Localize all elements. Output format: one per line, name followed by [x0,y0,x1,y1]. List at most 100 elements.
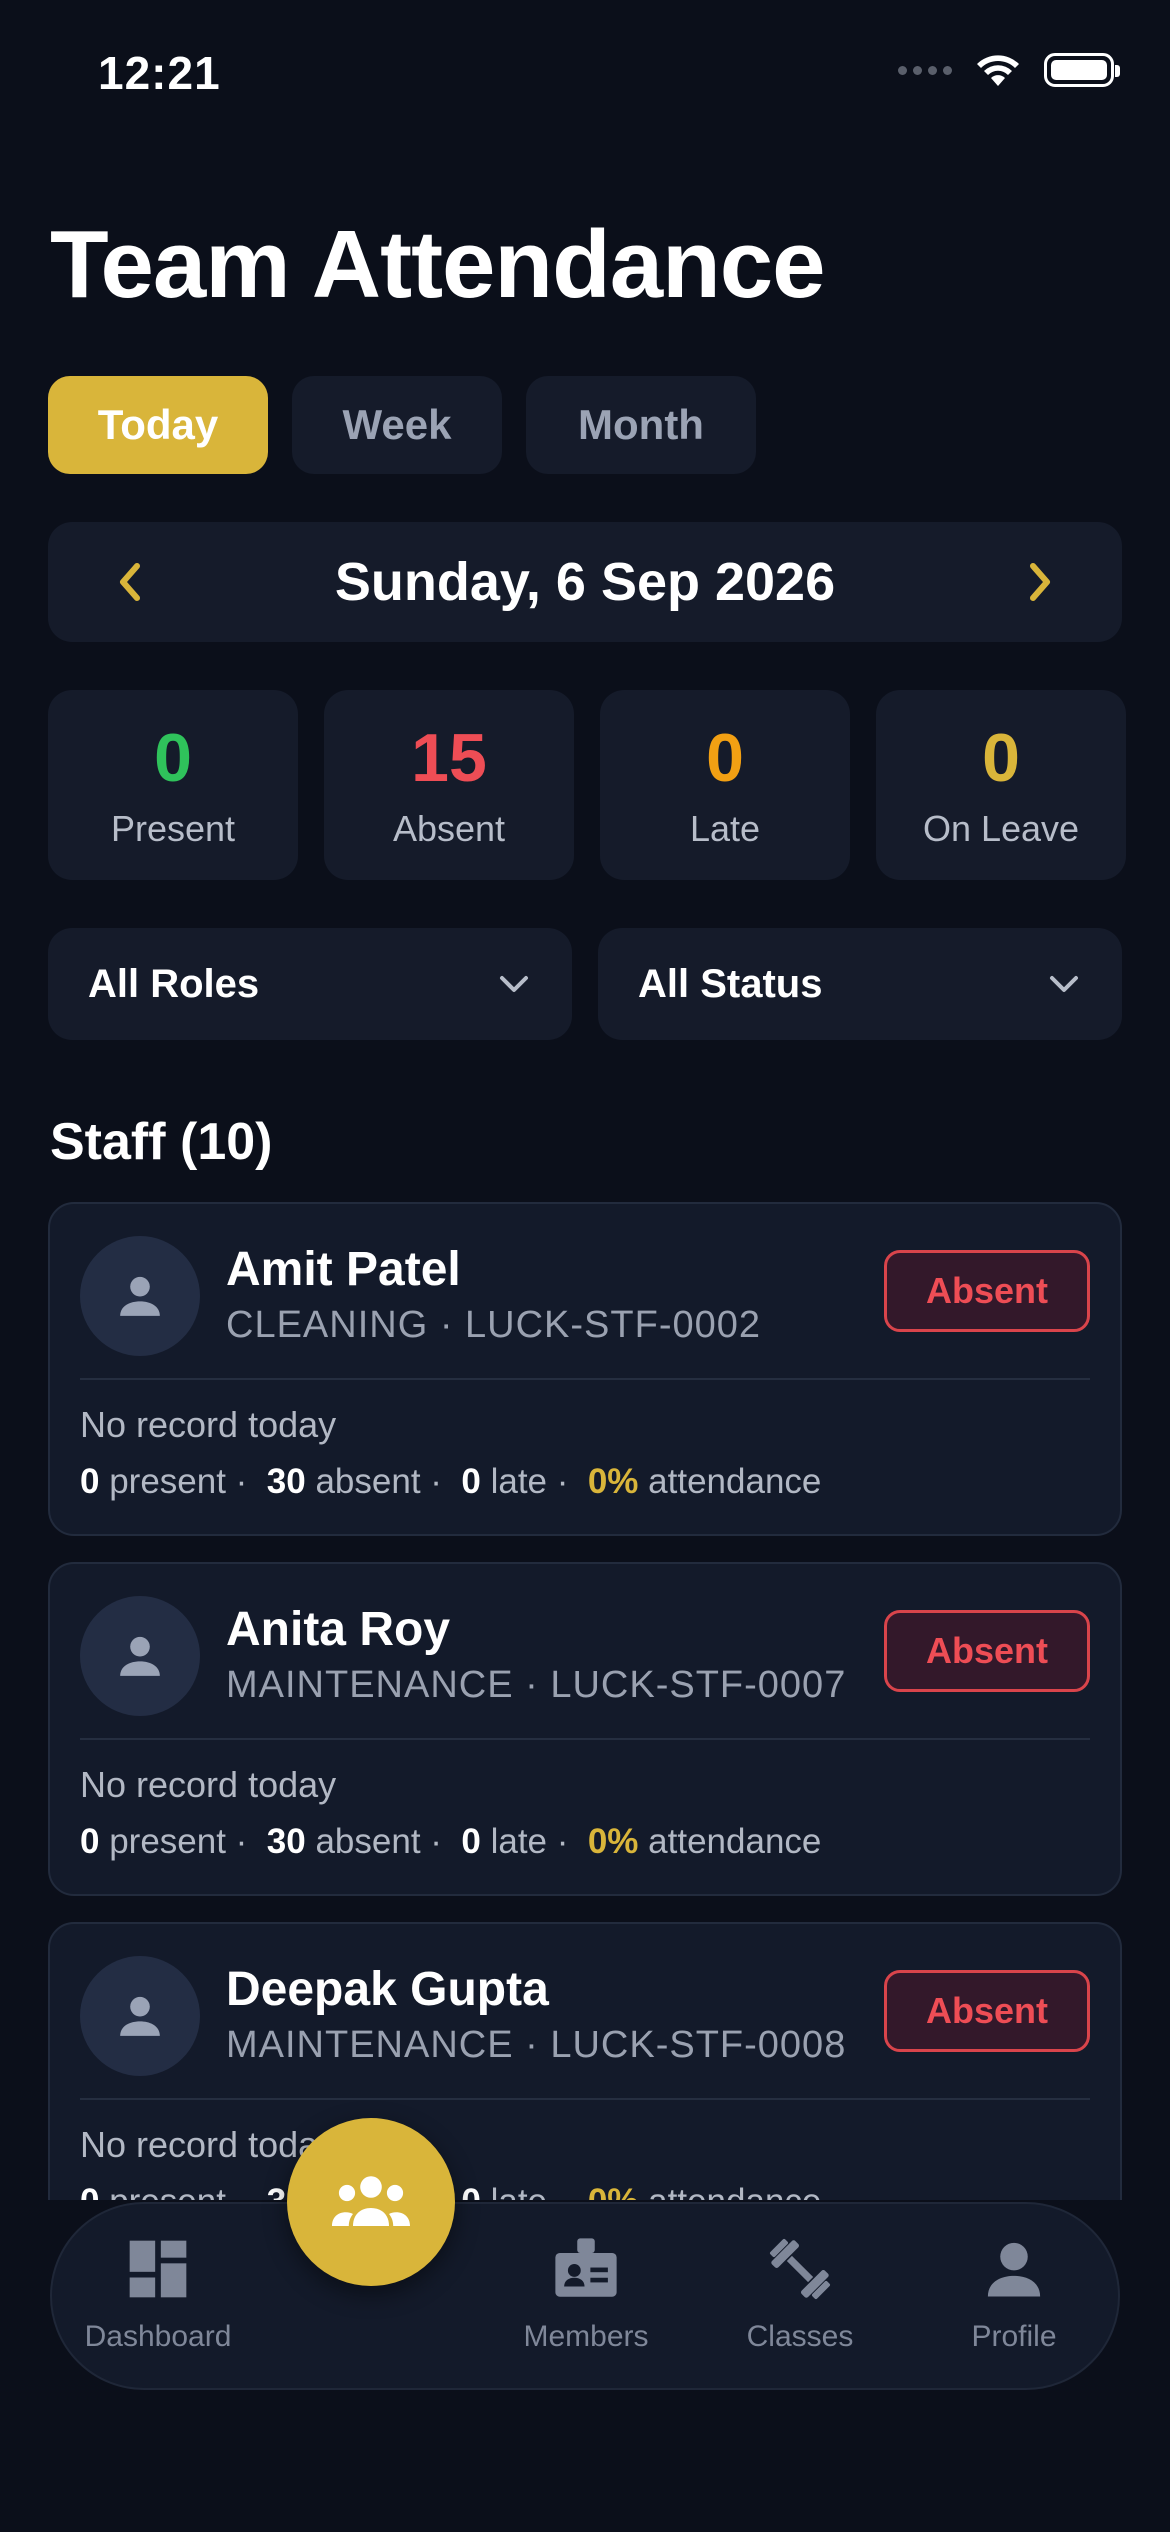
tab-week[interactable]: Week [292,376,502,474]
tab-today[interactable]: Today [48,376,268,474]
battery-icon [1044,53,1120,87]
record-status: No record today [80,1404,337,1445]
late-count: 0 [461,2182,480,2200]
stat-present: 0 Present [48,690,298,880]
stat-late: 0 Late [600,690,850,880]
nav-label: Classes [746,2320,854,2353]
wifi-icon [977,55,1019,86]
nav-profile[interactable]: Profile [914,2224,1114,2354]
attendance-summary: 0 present · 30 absent · 0 late · 0% atte… [80,1462,822,1501]
staff-meta: MAINTENANCE · LUCK-STF-0007 [226,1664,847,1706]
role-filter-value: All Roles [88,962,260,1006]
dumbbell-icon [769,2238,831,2300]
present-label: present [109,2182,226,2200]
person-icon [120,1276,160,1316]
stat-label: Late [689,808,761,849]
present-count: 0 [80,1462,100,1501]
nav-classes[interactable]: Classes [700,2224,900,2354]
late-label: late [490,1822,548,1861]
absent-label: absent [315,1462,421,1501]
stat-absent: 15 Absent [324,690,574,880]
avatar [80,1596,200,1716]
stat-label: Absent [392,808,506,849]
avatar [80,1236,200,1356]
present-count: 0 [80,1822,100,1861]
stat-value: 15 [411,720,487,796]
staff-list[interactable]: Amit Patel CLEANING · LUCK-STF-0002 Abse… [48,1202,1122,2200]
team-icon [332,2176,410,2226]
attendance-percent: 0% [588,2182,639,2200]
nav-label: Profile [971,2320,1057,2353]
staff-meta: CLEANING · LUCK-STF-0002 [226,1304,762,1346]
staff-card[interactable]: Amit Patel CLEANING · LUCK-STF-0002 Abse… [48,1202,1122,1536]
absent-label: absent [315,1822,421,1861]
status-badge[interactable]: Absent [884,1970,1090,2052]
stat-value: 0 [706,720,744,796]
divider [80,1738,1090,1740]
nav-dashboard[interactable]: Dashboard [58,2224,258,2354]
status-badge[interactable]: Absent [884,1610,1090,1692]
status-bar: 12:21 [0,0,1170,150]
person-icon [987,2242,1041,2297]
staff-card[interactable]: Anita Roy MAINTENANCE · LUCK-STF-0007 Ab… [48,1562,1122,1896]
current-date: Sunday, 6 Sep 2026 [334,552,836,612]
attendance-stats: 0 Present 15 Absent 0 Late 0 On Leave [48,690,1126,880]
role-filter-dropdown[interactable]: All Roles [48,928,572,1040]
staff-name: Deepak Gupta [226,1963,549,2016]
status-filter-value: All Status [638,962,823,1006]
present-count: 0 [80,2182,99,2200]
page-title: Team Attendance [50,211,826,318]
date-navigator: Sunday, 6 Sep 2026 [48,522,1122,642]
nav-members[interactable]: Members [486,2224,686,2354]
present-label: present [109,1822,226,1861]
person-icon [120,1636,160,1676]
late-label: late [490,1462,548,1501]
status-filter-dropdown[interactable]: All Status [598,928,1122,1040]
avatar [80,1956,200,2076]
present-label: present [109,1462,226,1501]
absent-count: 30 [266,1462,306,1501]
attendance-percent: 0% [587,1462,639,1501]
absent-count: 30 [266,1822,306,1861]
attendance-label: attendance [648,1462,822,1501]
late-count: 0 [461,1822,481,1861]
tab-month[interactable]: Month [526,376,756,474]
divider [80,1378,1090,1380]
record-status: No record today [80,1764,337,1805]
status-time: 12:21 [98,47,221,99]
attendance-percent: 0% [587,1822,639,1861]
staff-card[interactable]: Deepak Gupta MAINTENANCE · LUCK-STF-0008… [48,1922,1122,2200]
staff-name: Anita Roy [226,1603,451,1656]
chevron-down-icon [1050,976,1078,992]
filters: All Roles All Status [48,928,1122,1040]
staff-section-heading: Staff (10) [50,1113,273,1171]
staff-name: Amit Patel [226,1243,461,1296]
stat-value: 0 [154,720,192,796]
divider [80,2098,1090,2100]
late-count: 0 [461,1462,481,1501]
person-icon [120,1996,160,2036]
prev-date-button[interactable] [100,552,160,612]
chevron-down-icon [500,976,528,992]
attendance-summary: 0 present · 30 absent · 0 late · 0% atte… [80,1822,822,1861]
dashboard-icon [129,2240,187,2298]
nav-label: Members [523,2320,649,2353]
bottom-nav: Dashboard Members Classes Profile [50,2202,1120,2390]
period-tabs: Today Week Month [48,376,756,474]
chevron-left-icon [120,563,140,601]
staff-meta: MAINTENANCE · LUCK-STF-0008 [226,2024,847,2066]
status-icons [898,52,1120,88]
next-date-button[interactable] [1010,552,1070,612]
stat-value: 0 [982,720,1020,796]
nav-label: Dashboard [84,2320,232,2353]
attendance-label: attendance [648,1822,822,1861]
stat-on-leave: 0 On Leave [876,690,1126,880]
signal-icon [898,65,952,75]
id-badge-icon [555,2238,617,2297]
stat-label: On Leave [922,808,1080,849]
late-label: late [491,2182,547,2200]
stat-label: Present [110,808,236,849]
chevron-right-icon [1030,563,1050,601]
team-attendance-fab[interactable] [287,2118,455,2286]
status-badge[interactable]: Absent [884,1250,1090,1332]
